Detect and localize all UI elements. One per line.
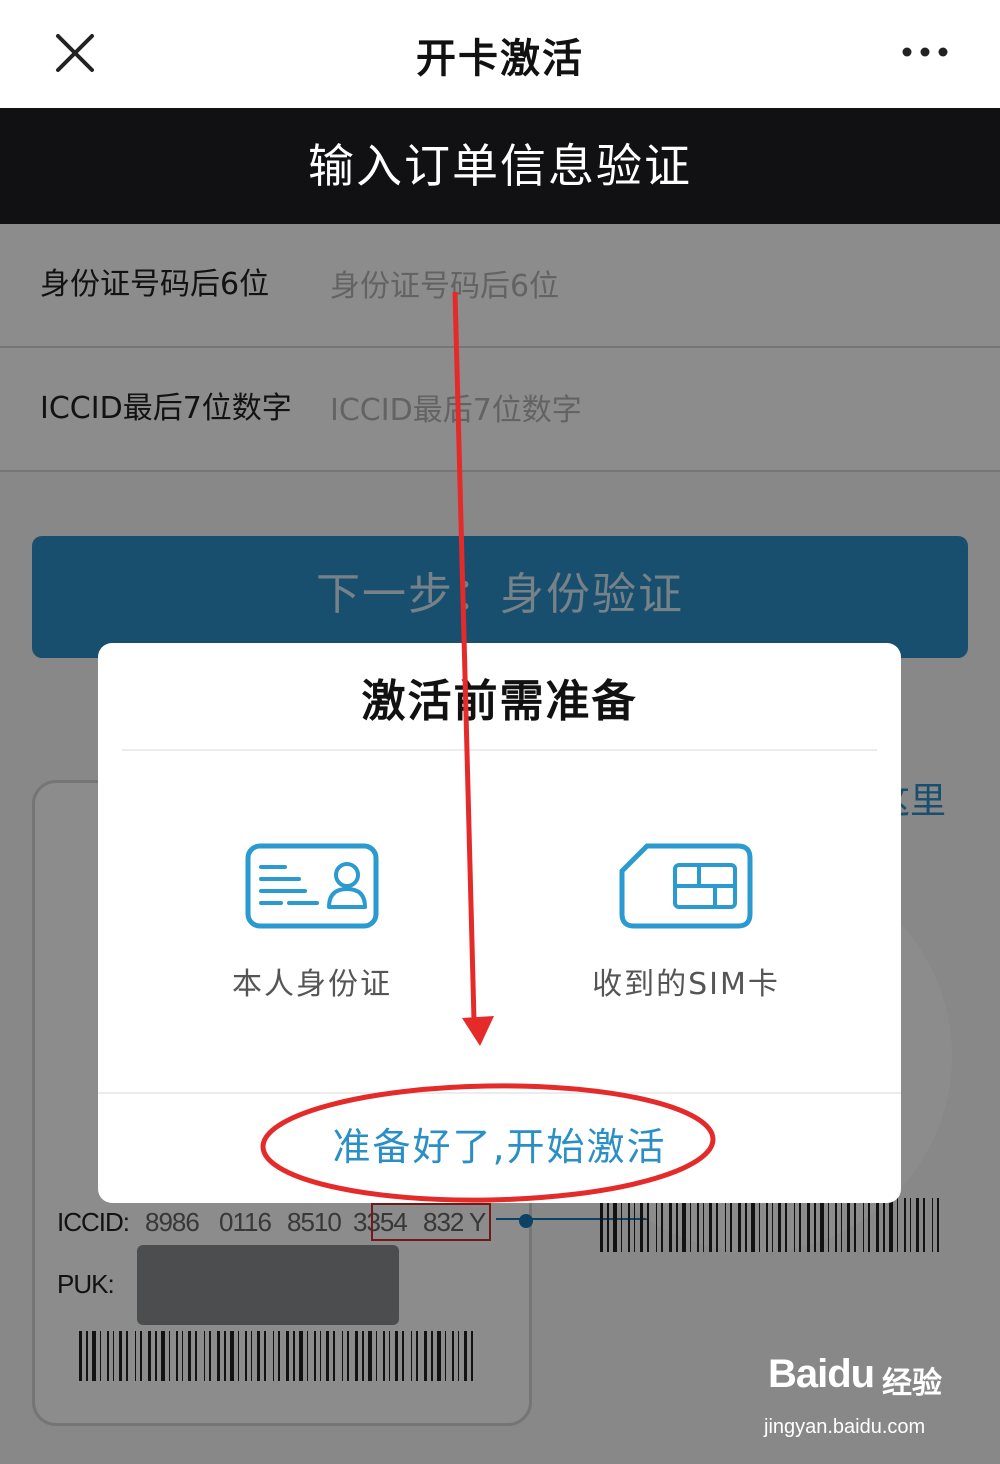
- sim-card-icon: [619, 843, 753, 929]
- baidu-jingyan-watermark: Baidu 经验 jingyan.baidu.com: [764, 1352, 964, 1444]
- dialog-divider: [122, 749, 877, 751]
- id-card-label: 本人身份证: [232, 967, 392, 1002]
- dialog-title: 激活前需准备: [361, 676, 638, 727]
- watermark-url: jingyan.baidu.com: [764, 1416, 926, 1438]
- id-card-icon: [245, 843, 379, 929]
- sim-card-label: 收到的SIM卡: [592, 967, 780, 1002]
- watermark-brand: Baidu: [768, 1352, 875, 1396]
- prep-item-sim-card: 收到的SIM卡: [536, 843, 836, 1003]
- watermark-cn: 经验: [882, 1366, 942, 1401]
- page-title: 开卡激活: [416, 36, 584, 82]
- more-dots-icon[interactable]: [902, 42, 948, 62]
- title-bar: 开卡激活: [0, 0, 1000, 108]
- section-banner: 输入订单信息验证: [0, 108, 1000, 224]
- prep-dialog: 激活前需准备 本人身份证 收到的SIM卡 准备好了,开始激活: [98, 643, 901, 1203]
- start-activation-button[interactable]: 准备好了,开始激活: [98, 1094, 901, 1203]
- prep-item-id-card: 本人身份证: [162, 843, 462, 1003]
